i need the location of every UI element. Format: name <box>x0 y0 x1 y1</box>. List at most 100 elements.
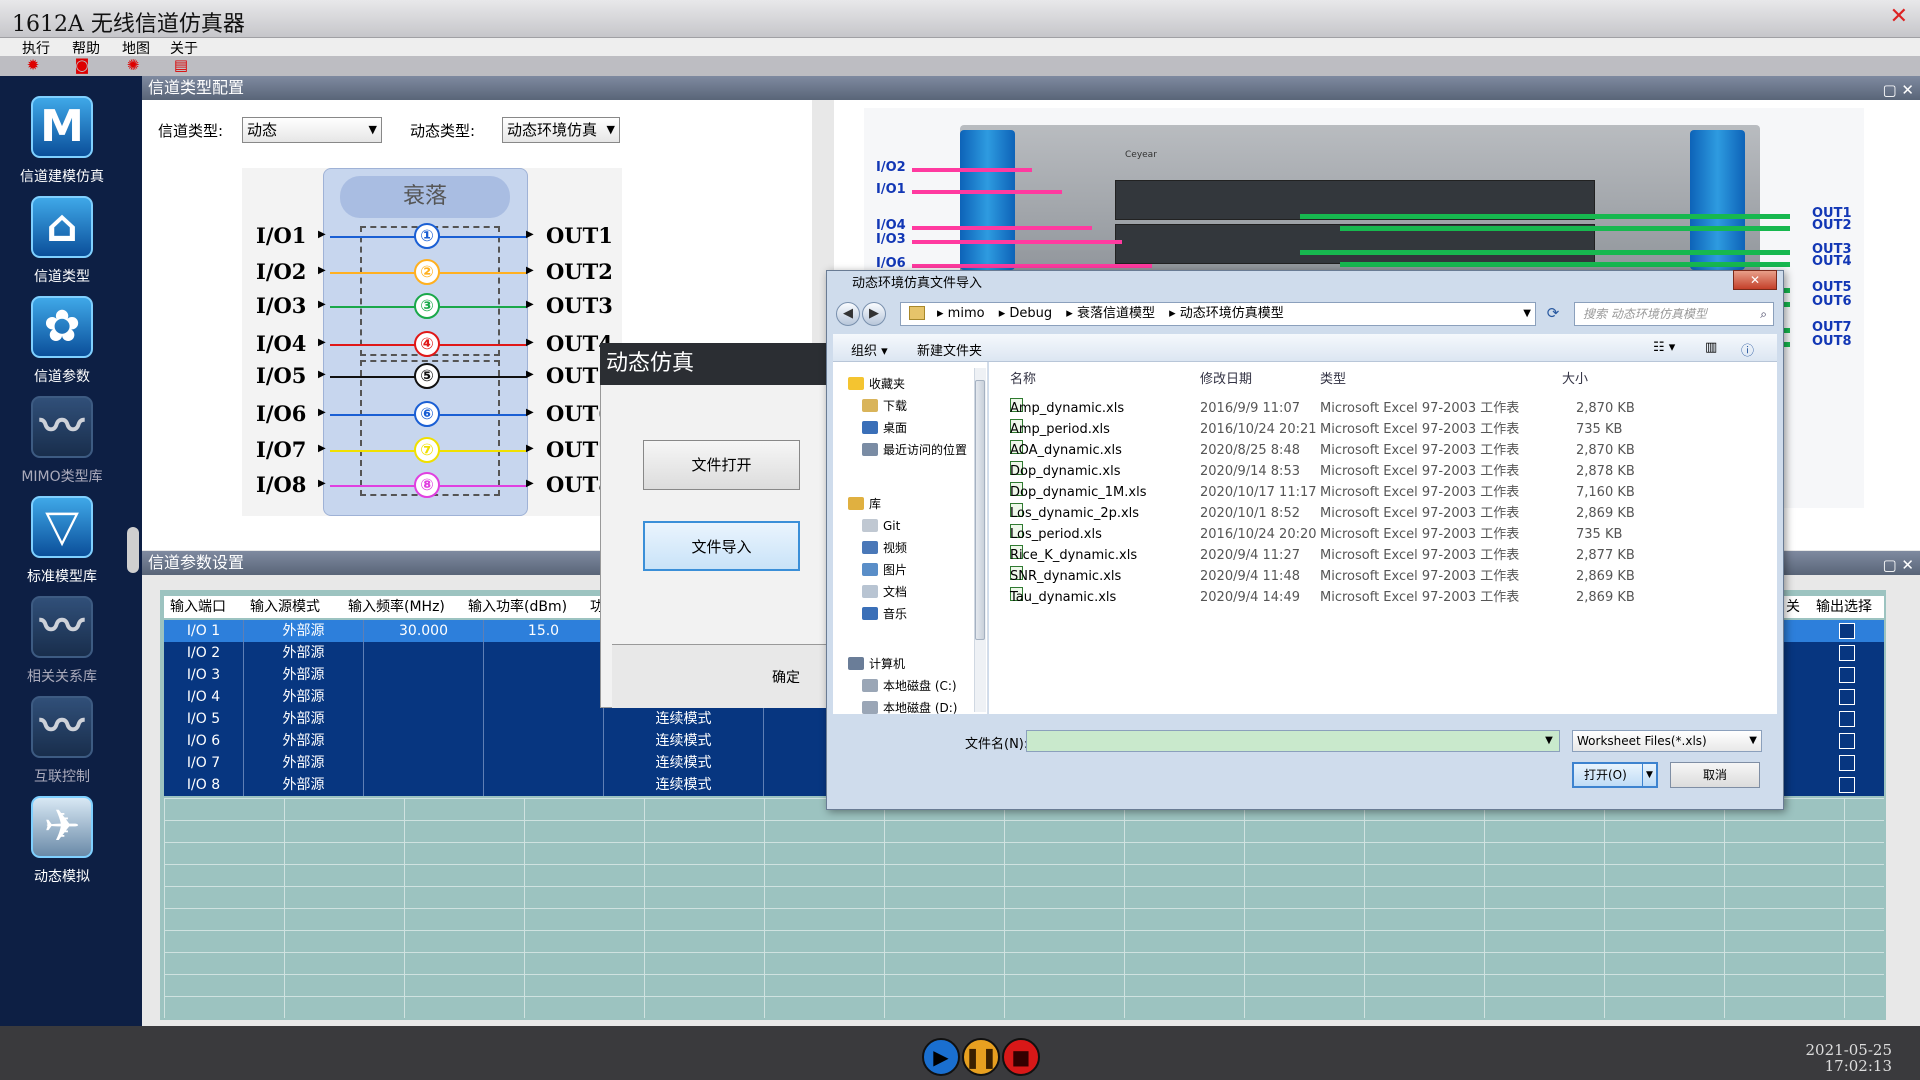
menu-about[interactable]: 关于 <box>170 38 198 58</box>
menu-help[interactable]: 帮助 <box>72 38 100 58</box>
tree-item[interactable]: 最近访问的位置 <box>862 440 967 460</box>
play-icon[interactable]: ▶ <box>922 1038 960 1076</box>
channel-type-select[interactable]: 动态 ▼ <box>242 117 382 143</box>
table-cell[interactable]: 连续模式 <box>604 730 764 752</box>
tree-scrollbar-thumb[interactable] <box>975 380 985 640</box>
view-icon[interactable]: ☷ ▾ <box>1653 340 1675 355</box>
tree-item[interactable]: 库 <box>848 494 881 514</box>
table-cell[interactable] <box>364 752 484 774</box>
table-cell[interactable] <box>484 752 604 774</box>
new-folder-button[interactable]: 新建文件夹 <box>917 340 982 359</box>
table-cell[interactable]: 连续模式 <box>604 774 764 796</box>
file-row[interactable]: Amp_dynamic.xls 2016/9/9 11:07 Microsoft E… <box>1010 398 1650 419</box>
menu-map[interactable]: 地图 <box>122 38 150 58</box>
breadcrumb-item[interactable]: ▸ 衰落信道模型 <box>1066 303 1155 325</box>
table-cell[interactable] <box>484 642 604 664</box>
table-cell[interactable]: I/O 2 <box>164 642 244 664</box>
sidebar-item-mimo-lib[interactable]: 〰 MIMO类型库 <box>0 396 142 496</box>
tree-item[interactable]: 桌面 <box>862 418 907 438</box>
table-cell[interactable]: 外部源 <box>244 620 364 642</box>
col-type[interactable]: 类型 <box>1320 368 1346 387</box>
sun-icon[interactable]: ✹ <box>24 57 42 73</box>
sidebar-item-correlation-lib[interactable]: 〰 相关关系库 <box>0 596 142 696</box>
sidebar-item-channel-modeling[interactable]: M 信道建模仿真 <box>0 96 142 196</box>
output-checkbox[interactable] <box>1839 733 1855 749</box>
output-checkbox[interactable] <box>1839 777 1855 793</box>
output-checkbox[interactable] <box>1839 667 1855 683</box>
col-date[interactable]: 修改日期 <box>1200 368 1252 387</box>
table-cell[interactable]: 连续模式 <box>604 752 764 774</box>
table-cell[interactable]: 外部源 <box>244 686 364 708</box>
close-icon[interactable]: ✕ <box>1890 4 1908 29</box>
sidebar-item-interconnect[interactable]: 〰 互联控制 <box>0 696 142 796</box>
search-icon[interactable]: ⌕ <box>1760 303 1767 325</box>
preview-pane-icon[interactable]: ▥ <box>1705 340 1717 355</box>
tree-item[interactable]: 本地磁盘 (D:) <box>862 698 957 718</box>
sidebar-item-dynamic-sim[interactable]: ✈ 动态模拟 <box>0 796 142 896</box>
table-cell[interactable]: 外部源 <box>244 642 364 664</box>
chevron-down-icon[interactable]: ▼ <box>1642 764 1656 786</box>
file-row[interactable]: Dop_dynamic.xls 2020/9/14 8:53 Microsoft E… <box>1010 461 1650 482</box>
table-cell[interactable] <box>364 708 484 730</box>
table-cell[interactable]: 15.0 <box>484 620 604 642</box>
table-cell[interactable]: 外部源 <box>244 730 364 752</box>
breadcrumb-item[interactable]: ▸ Debug <box>999 303 1052 325</box>
tree-item[interactable]: 本地磁盘 (C:) <box>862 676 957 696</box>
table-cell[interactable] <box>364 642 484 664</box>
tree-item[interactable]: 图片 <box>862 560 907 580</box>
tree-item[interactable]: 收藏夹 <box>848 374 905 394</box>
file-row[interactable]: SNR_dynamic.xls 2020/9/4 11:48 Microsoft E… <box>1010 566 1650 587</box>
filetype-select[interactable]: Worksheet Files(*.xls) ▼ <box>1572 730 1762 752</box>
search-input[interactable]: 搜索 动态环境仿真模型 ⌕ <box>1574 302 1774 326</box>
table-cell[interactable] <box>484 686 604 708</box>
file-import-button[interactable]: 文件导入 <box>643 521 800 571</box>
help-icon[interactable]: ⓘ <box>1741 340 1754 359</box>
panel-window-buttons[interactable]: ▢ ✕ <box>1882 78 1914 102</box>
cancel-button[interactable]: 取消 <box>1670 762 1760 788</box>
col-name[interactable]: 名称 <box>1010 368 1036 387</box>
table-cell[interactable] <box>364 664 484 686</box>
table-cell[interactable]: 外部源 <box>244 664 364 686</box>
table-cell[interactable]: I/O 7 <box>164 752 244 774</box>
filename-input[interactable] <box>1026 730 1560 752</box>
table-cell[interactable]: 外部源 <box>244 774 364 796</box>
tree-item[interactable]: 文档 <box>862 582 907 602</box>
file-row[interactable]: Los_period.xls 2016/10/24 20:20 Microsoft … <box>1010 524 1650 545</box>
table-cell[interactable]: I/O 5 <box>164 708 244 730</box>
table-cell[interactable] <box>364 686 484 708</box>
sidebar-item-standard-lib[interactable]: ▽ 标准模型库 <box>0 496 142 596</box>
tree-item[interactable]: 计算机 <box>848 654 905 674</box>
file-open-button[interactable]: 文件打开 <box>643 440 800 490</box>
output-checkbox[interactable] <box>1839 755 1855 771</box>
table-cell[interactable]: I/O 4 <box>164 686 244 708</box>
table-cell[interactable]: I/O 3 <box>164 664 244 686</box>
output-checkbox[interactable] <box>1839 645 1855 661</box>
breadcrumb-item[interactable]: ▸ 动态环境仿真模型 <box>1169 303 1284 325</box>
list-icon[interactable]: ▤ <box>172 57 190 73</box>
table-cell[interactable]: 外部源 <box>244 708 364 730</box>
tree-item[interactable]: 音乐 <box>862 604 907 624</box>
table-cell[interactable]: 外部源 <box>244 752 364 774</box>
tree-item[interactable]: 下载 <box>862 396 907 416</box>
output-checkbox[interactable] <box>1839 711 1855 727</box>
camera-icon[interactable]: ◙ <box>73 57 91 73</box>
refresh-icon[interactable]: ⟳ <box>1540 302 1566 326</box>
file-row[interactable]: Dop_dynamic_1M.xls 2020/10/17 11:17 Micros… <box>1010 482 1650 503</box>
stop-icon[interactable]: ■ <box>1002 1038 1040 1076</box>
col-size[interactable]: 大小 <box>1562 368 1588 387</box>
forward-icon[interactable]: ▶ <box>862 302 886 326</box>
dynamic-type-select[interactable]: 动态环境仿真 ▼ <box>502 117 620 143</box>
splitter-handle[interactable] <box>127 527 139 573</box>
ok-button[interactable]: 确定 <box>772 667 800 687</box>
address-bar[interactable]: ▸ mimo ▸ Debug ▸ 衰落信道模型 ▸ 动态环境仿真模型 ▼ <box>900 302 1536 326</box>
file-row[interactable]: Los_dynamic_2p.xls 2020/10/1 8:52 Microsof… <box>1010 503 1650 524</box>
table-cell[interactable]: I/O 8 <box>164 774 244 796</box>
table-cell[interactable]: 30.000 <box>364 620 484 642</box>
open-button[interactable]: 打开(O) ▼ <box>1572 762 1658 788</box>
chevron-down-icon[interactable]: ▼ <box>1540 731 1558 751</box>
table-cell[interactable] <box>364 730 484 752</box>
table-cell[interactable] <box>484 774 604 796</box>
table-cell[interactable]: 连续模式 <box>604 708 764 730</box>
menu-execute[interactable]: 执行 <box>22 38 50 58</box>
file-row[interactable]: Tau_dynamic.xls 2020/9/4 14:49 Microsoft E… <box>1010 587 1650 608</box>
